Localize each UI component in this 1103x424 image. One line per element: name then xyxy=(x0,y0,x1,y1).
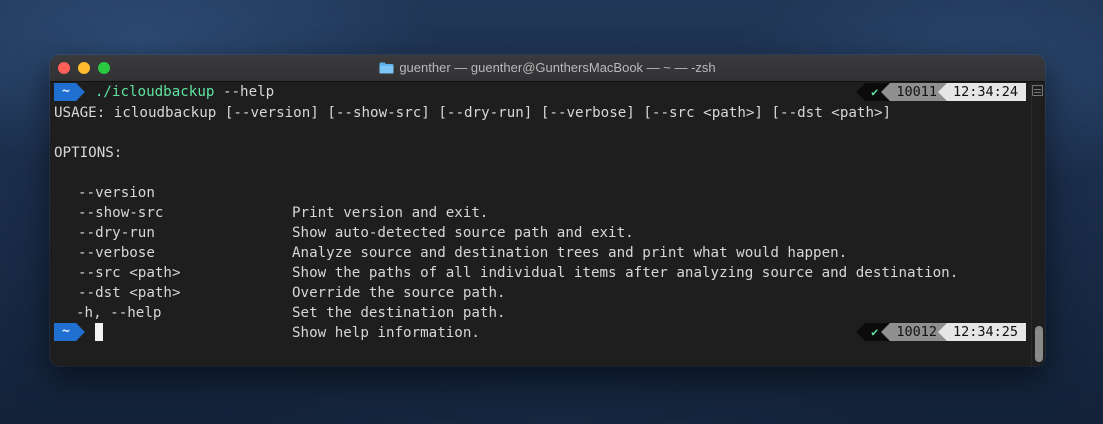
segment-arrow-icon xyxy=(881,83,891,101)
prompt-dir-segment: ~ xyxy=(54,323,76,341)
terminal-content[interactable]: ~ ./icloudbackup --help ✔ 10011 12:34:24… xyxy=(50,82,1032,366)
prompt-dir-segment: ~ xyxy=(54,83,76,101)
prompt-line-1: ~ ./icloudbackup --help xyxy=(54,83,274,101)
segment-arrow-icon xyxy=(937,83,947,101)
command-text: ./icloudbackup --help xyxy=(95,83,274,101)
prompt-arrow-icon xyxy=(75,83,85,101)
folder-icon xyxy=(379,57,394,83)
segment-arrow-icon xyxy=(881,323,891,341)
option-row: -h, --help Show help information. xyxy=(54,283,1029,341)
window-title-container: guenther — guenther@GunthersMacBook — ~ … xyxy=(50,55,1045,81)
segment-arrow-icon xyxy=(856,83,866,101)
prompt-time: 12:34:25 xyxy=(946,323,1026,341)
prompt-arrow-icon xyxy=(75,323,85,341)
right-prompt-2: ✔ 10012 12:34:25 xyxy=(856,323,1026,341)
terminal-window: guenther — guenther@GunthersMacBook — ~ … xyxy=(50,55,1045,366)
segment-arrow-icon xyxy=(856,323,866,341)
usage-line: USAGE: icloudbackup [--version] [--show-… xyxy=(54,105,892,121)
option-row: --version Print version and exit. xyxy=(54,163,1029,221)
option-description: Show help information. xyxy=(292,325,480,341)
command-executable: ./icloudbackup xyxy=(94,84,215,100)
option-row: --dst <path> Set the destination path. xyxy=(54,263,1029,321)
option-row: --src <path> Override the source path. xyxy=(54,243,1029,301)
option-row: --verbose Show the paths of all individu… xyxy=(54,223,1029,281)
option-row: --show-src Show auto-detected source pat… xyxy=(54,183,1029,241)
option-description: Set the destination path. xyxy=(292,305,506,321)
option-row: --dry-run Analyze source and destination… xyxy=(54,203,1029,261)
text-cursor[interactable] xyxy=(94,323,103,341)
prompt-time: 12:34:24 xyxy=(946,83,1026,101)
title-bar[interactable]: guenther — guenther@GunthersMacBook — ~ … xyxy=(50,55,1045,82)
window-title: guenther — guenther@GunthersMacBook — ~ … xyxy=(399,60,716,75)
segment-arrow-icon xyxy=(937,323,947,341)
vertical-scrollbar[interactable] xyxy=(1031,82,1045,366)
right-prompt-1: ✔ 10011 12:34:24 xyxy=(856,83,1026,101)
options-header: OPTIONS: xyxy=(54,145,123,161)
command-args: --help xyxy=(214,84,275,100)
option-flag: -h, --help xyxy=(76,305,162,321)
scroll-thumb[interactable] xyxy=(1035,326,1043,362)
prompt-line-2: ~ xyxy=(54,323,103,341)
scrollback-marks-icon[interactable] xyxy=(1032,85,1043,96)
